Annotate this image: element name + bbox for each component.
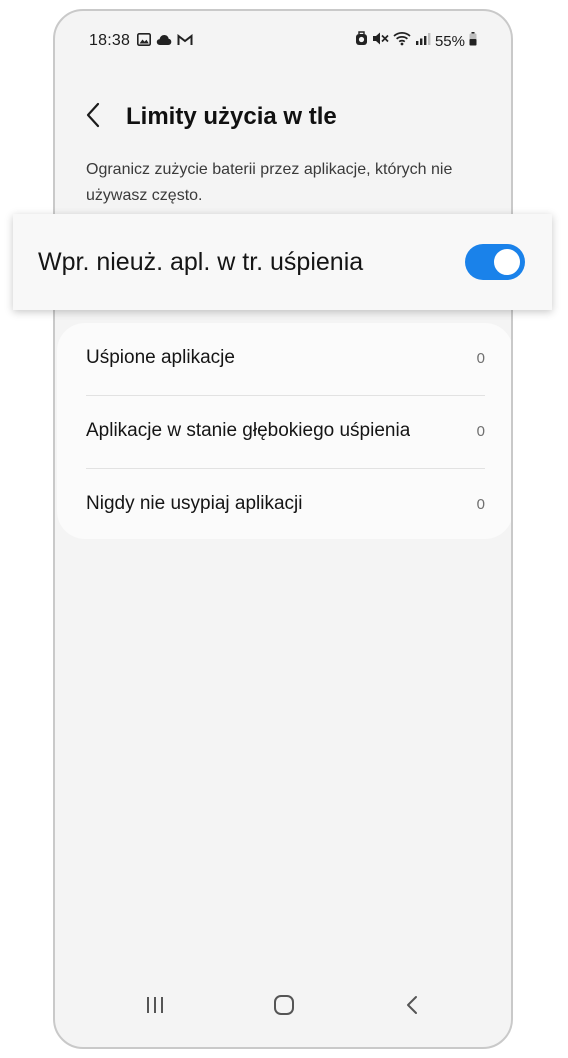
phone-frame: 18:38 55% Limity użycia w tle Ogranicz z… (53, 9, 513, 1049)
chevron-left-icon (85, 102, 101, 133)
list-item-count: 0 (476, 496, 485, 513)
status-notification-icons (137, 33, 193, 51)
status-bar: 18:38 55% (55, 11, 511, 71)
back-icon (405, 995, 419, 1020)
status-system-icons: 55% (355, 31, 477, 51)
switch-knob (492, 247, 522, 277)
page-title: Limity użycia w tle (126, 103, 337, 130)
recents-icon (145, 996, 165, 1019)
battery-percent: 55% (434, 32, 465, 50)
gmail-icon (177, 33, 193, 51)
page-header: Limity użycia w tle (55, 97, 511, 139)
page-description: Ogranicz zużycie baterii przez aplikacje… (86, 161, 453, 204)
list-item-label: Nigdy nie usypiaj aplikacji (86, 493, 303, 514)
sleep-unused-apps-toggle-row[interactable]: Wpr. nieuż. apl. w tr. uśpienia (13, 214, 552, 310)
list-item-count: 0 (476, 350, 485, 367)
back-button[interactable] (79, 101, 107, 133)
list-item-deep-sleeping-apps[interactable]: Aplikacje w stanie głębokiego uśpienia 0 (57, 396, 511, 468)
toggle-label: Wpr. nieuż. apl. w tr. uśpienia (38, 248, 364, 276)
nav-back-button[interactable] (392, 987, 432, 1027)
image-icon (137, 33, 151, 51)
battery-icon (469, 31, 477, 51)
list-item-label: Uśpione aplikacje (86, 347, 235, 368)
list-item-label: Aplikacje w stanie głębokiego uśpienia (86, 420, 411, 441)
home-icon (273, 994, 295, 1021)
sleep-unused-apps-switch[interactable] (465, 244, 525, 280)
navigation-bar (55, 967, 511, 1047)
alarm-icon (355, 31, 368, 51)
status-time: 18:38 (89, 32, 131, 49)
list-item-count: 0 (476, 423, 485, 440)
wifi-icon (393, 31, 411, 51)
list-item-never-sleeping-apps[interactable]: Nigdy nie usypiaj aplikacji 0 (57, 469, 511, 541)
cloud-icon (156, 33, 172, 51)
home-button[interactable] (264, 987, 304, 1027)
app-sleep-list: Uśpione aplikacje 0 Aplikacje w stanie g… (57, 323, 511, 541)
signal-icon (415, 32, 431, 51)
list-item-sleeping-apps[interactable]: Uśpione aplikacje 0 (57, 323, 511, 395)
recents-button[interactable] (135, 987, 175, 1027)
mute-icon (372, 31, 389, 51)
